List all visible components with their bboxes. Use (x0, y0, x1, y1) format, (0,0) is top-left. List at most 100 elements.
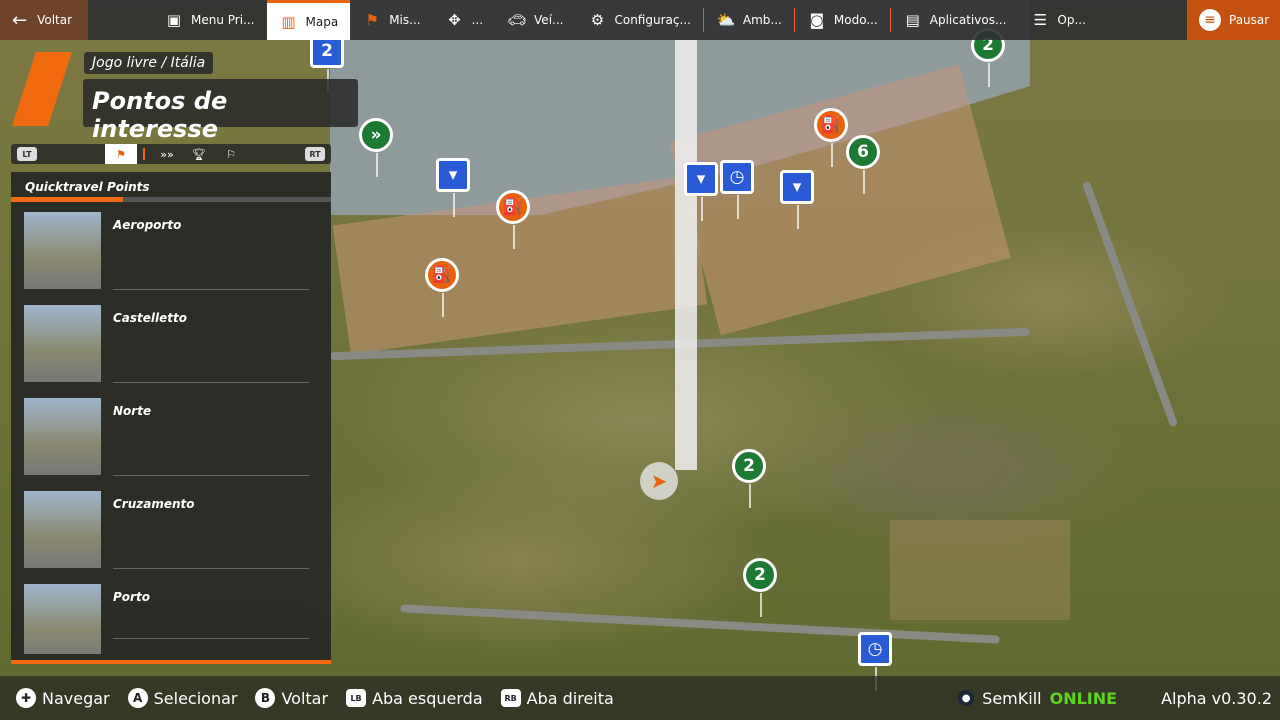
tab-label: Amb... (742, 13, 782, 27)
hint-navigate: ✚ Navegar (16, 688, 110, 708)
item-label: Cruzamento (113, 497, 195, 511)
back-button[interactable]: ← Voltar (0, 0, 88, 40)
tab-label: ... (471, 13, 484, 27)
back-label: Voltar (37, 13, 73, 27)
main-menu-icon: ▣ (166, 11, 182, 29)
truck-marker[interactable]: ▾ (436, 158, 470, 217)
car-icon: 🚗︎ (507, 11, 527, 29)
route-marker[interactable]: 6 (846, 135, 880, 194)
list-item[interactable]: Norte (11, 398, 331, 491)
arrow-left-icon: ← (12, 9, 28, 31)
a-button-icon: A (127, 688, 148, 708)
flag-icon: ⚑ (116, 147, 126, 161)
weather-icon: ⛅ (716, 11, 736, 29)
item-label: Castelletto (113, 311, 188, 325)
timer-marker[interactable]: ◷ (858, 632, 892, 691)
hint-label: Aba esquerda (372, 688, 483, 708)
fuel-station-marker[interactable]: ⛽ (814, 108, 848, 167)
list-item[interactable]: Aeroporto (11, 212, 331, 305)
pause-label: Pausar (1229, 13, 1270, 27)
flag-plus-icon: ⚐ (226, 147, 236, 161)
engine-icon: ⚙ (590, 11, 605, 29)
route-beam (675, 40, 697, 470)
page-title: Pontos de interesse (83, 79, 358, 143)
list-item[interactable]: Castelletto (11, 305, 331, 398)
location-thumbnail (24, 491, 101, 568)
poi-category-tabs: LT ⚑ »» 🏆︎ ⚐ RT (11, 144, 331, 164)
tab-challenges[interactable]: 🏆︎ (183, 144, 215, 164)
tab-quicktravel[interactable]: ⚑ (105, 144, 137, 164)
shop-marker[interactable]: ▾ (780, 170, 814, 229)
controls-hint-bar: ✚ Navegar A Selecionar B Voltar LB Aba esque… (0, 676, 1280, 720)
tab-config[interactable]: ⚙ Configuraç... (575, 0, 702, 40)
tab-label: Mapa (305, 14, 339, 29)
hint-label: Selecionar (153, 688, 238, 708)
mission-flag-icon: ⚑ (365, 11, 379, 29)
tab-main-menu[interactable]: ▣ Menu Pri... (152, 0, 267, 40)
username: SemKill (982, 688, 1042, 708)
tab-map[interactable]: ▥ Mapa (266, 0, 351, 40)
tab-label: Menu Pri... (191, 13, 255, 27)
tab-label: Veí... (534, 13, 564, 27)
tab-vehicles[interactable]: 🚗︎ Veí... (495, 0, 575, 40)
hint-right-tab: RB Aba direita (500, 688, 614, 708)
camera-icon: ◙ (809, 11, 825, 29)
tab-mods[interactable]: ✥... (433, 0, 495, 40)
breadcrumb: Jogo livre / Itália (84, 52, 214, 74)
location-thumbnail (24, 212, 101, 289)
player-location-icon: ➤ (640, 462, 678, 500)
waypoint-marker[interactable]: » (359, 118, 393, 177)
steam-icon: ● (958, 690, 975, 706)
map-icon: ▥ (281, 12, 296, 31)
hint-label: Navegar (42, 688, 110, 708)
list-item[interactable]: Cruzamento (11, 491, 331, 584)
chevrons-icon: »» (160, 147, 174, 161)
item-label: Aeroporto (113, 218, 182, 232)
fuel-station-marker[interactable]: ⛽ (425, 258, 459, 317)
rt-button-icon[interactable]: RT (305, 147, 325, 161)
apps-icon: ▤ (905, 11, 920, 29)
service-marker[interactable]: ▾ (684, 162, 718, 221)
divider (143, 148, 145, 160)
tab-custom[interactable]: ⚐ (215, 144, 247, 164)
puzzle-icon: ✥ (448, 11, 461, 29)
location-thumbnail (24, 398, 101, 475)
fuel-station-marker[interactable]: ⛽ (496, 190, 530, 249)
rb-button-icon: RB (500, 689, 521, 707)
tab-label: Mis... (389, 13, 421, 27)
item-label: Norte (113, 404, 152, 418)
tab-photo-mode[interactable]: ◙ Modo... (795, 0, 890, 40)
online-status: ONLINE (1049, 688, 1118, 708)
tab-apps[interactable]: ▤ Aplicativos... (891, 0, 1019, 40)
tab-options[interactable]: ☰ Op... (1018, 0, 1098, 40)
hint-select: A Selecionar (127, 688, 238, 708)
sliders-icon: ☰ (1033, 11, 1048, 29)
location-thumbnail (24, 305, 101, 382)
trophy-icon: 🏆︎ (192, 147, 206, 161)
menu-icon: ≡ (1199, 9, 1221, 31)
village-area (890, 520, 1070, 620)
hint-back: B Voltar (255, 688, 328, 708)
tab-label: Modo... (833, 13, 878, 27)
item-label: Porto (113, 590, 150, 604)
timer-marker[interactable]: ◷ (720, 160, 754, 219)
list-item[interactable]: Porto (11, 584, 331, 654)
lt-button-icon[interactable]: LT (17, 147, 37, 161)
b-button-icon: B (255, 688, 276, 708)
tab-waypoints[interactable]: »» (151, 144, 183, 164)
tab-label: Configuraç... (614, 13, 691, 27)
tab-missions[interactable]: ⚑ Mis... (350, 0, 432, 40)
tab-environment[interactable]: ⛅ Amb... (704, 0, 794, 40)
panel-stripe (11, 197, 331, 202)
location-thumbnail (24, 584, 101, 654)
road (1081, 180, 1179, 428)
tab-label: Op... (1057, 13, 1086, 27)
route-marker[interactable]: 2 (732, 449, 766, 508)
hint-label: Voltar (281, 688, 329, 708)
hint-label: Aba direita (526, 688, 614, 708)
pause-button[interactable]: ≡ Pausar (1187, 0, 1280, 40)
quicktravel-panel: Quicktravel Points Aeroporto Castelletto… (11, 172, 331, 664)
hint-left-tab: LB Aba esquerda (346, 689, 483, 708)
route-marker[interactable]: 2 (743, 558, 777, 617)
panel-title: Quicktravel Points (25, 180, 150, 194)
